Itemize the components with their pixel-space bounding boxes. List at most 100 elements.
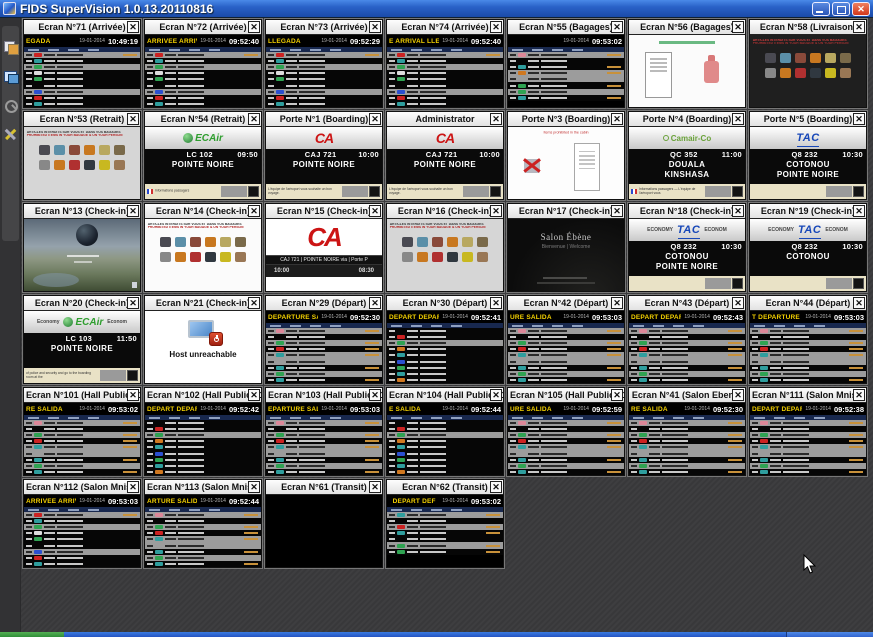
tile-close-icon[interactable]: ✕ — [127, 205, 139, 217]
tile-close-icon[interactable]: ✕ — [732, 205, 744, 217]
destination-1: COTONOU — [632, 252, 742, 261]
tile-close-icon[interactable]: ✕ — [490, 113, 502, 125]
tile-close-icon[interactable]: ✕ — [369, 21, 381, 33]
screen-tile-101[interactable]: Ecran N°101 (Hall Public - 1✕RE SALIDA19… — [23, 387, 141, 476]
tile-close-icon[interactable]: ✕ — [369, 113, 381, 125]
screen-tile-p3[interactable]: Porte N°3 (Boarding)✕Items prohibited in… — [507, 111, 625, 200]
screen-tile-16[interactable]: Ecran N°16 (Check-in)✕ARTICLES INTERDITS… — [386, 203, 504, 292]
tile-close-icon[interactable]: ✕ — [853, 113, 865, 125]
tile-close-icon[interactable]: ✕ — [611, 297, 623, 309]
screen-tile-20[interactable]: Ecran N°20 (Check-in)✕EconomyECAirEconom… — [23, 295, 141, 384]
airline-logo-chip — [155, 77, 163, 81]
tile-close-icon[interactable]: ✕ — [248, 205, 260, 217]
tile-close-icon[interactable]: ✕ — [490, 481, 502, 493]
screen-tile-61[interactable]: Ecran N°61 (Transit)✕ — [265, 479, 383, 568]
screen-tile-17[interactable]: Ecran N°17 (Check-in)✕Salon ÉbèneBienven… — [507, 203, 625, 292]
screen-tile-p1[interactable]: Porte N°1 (Boarding)✕CACAJ 72110:00POINT… — [265, 111, 383, 200]
screen-tile-p4[interactable]: Porte N°4 (Boarding)✕Camair-CoQC 35211:0… — [628, 111, 746, 200]
screen-tile-54[interactable]: Ecran N°54 (Retrait)✕ECAirLC 10209:50POI… — [144, 111, 262, 200]
connection-icon[interactable] — [3, 98, 18, 112]
airline-logo-chip — [639, 427, 647, 431]
screen-tile-74[interactable]: Ecran N°74 (Arrivée)✕E ARRIVAL LLEGADA19… — [386, 19, 504, 108]
screen-thumbnail: Salon ÉbèneBienvenue | Welcome — [508, 219, 624, 291]
screen-tile-30[interactable]: Ecran N°30 (Départ)✕DEPART DEPARTUR19-01… — [386, 295, 504, 384]
screen-tile-admin[interactable]: Administrator✕CACAJ 72110:00POINTE NOIRE… — [386, 111, 504, 200]
tile-titlebar: Porte N°1 (Boarding)✕ — [266, 112, 382, 127]
airline-logo-chip — [760, 341, 768, 345]
screen-tile-18[interactable]: Ecran N°18 (Check-in)✕ECONOMYTACECONOMQ8… — [628, 203, 746, 292]
screen-tile-21[interactable]: Ecran N°21 (Check-in)✕Host unreachable — [144, 295, 262, 384]
screen-tile-15[interactable]: Ecran N°15 (Check-in)✕CACAJ 721 | POINTE… — [265, 203, 383, 292]
tile-close-icon[interactable]: ✕ — [369, 297, 381, 309]
screen-tile-111[interactable]: Ecran N°111 (Salon Mniste✕DEPART DEPARTU… — [749, 387, 867, 476]
french-flag-icon — [147, 189, 153, 194]
tile-close-icon[interactable]: ✕ — [369, 481, 381, 493]
tile-close-icon[interactable]: ✕ — [853, 21, 865, 33]
screen-tile-112[interactable]: Ecran N°112 (Salon Mniste✕ARRIVEE ARRIV1… — [23, 479, 141, 568]
screens-icon[interactable] — [3, 69, 18, 83]
screen-tile-53[interactable]: Ecran N°53 (Retrait)✕ARTICLES INTERDITS … — [23, 111, 141, 200]
tile-close-icon[interactable]: ✕ — [853, 205, 865, 217]
system-tray[interactable] — [786, 632, 873, 637]
minimize-button[interactable] — [812, 2, 830, 16]
tile-close-icon[interactable]: ✕ — [127, 389, 139, 401]
screen-tile-43[interactable]: Ecran N°43 (Départ)✕DEPART DEPARTUR19-01… — [628, 295, 746, 384]
screen-tile-73[interactable]: Ecran N°73 (Arrivée)✕LLEGADA19-01-201409… — [265, 19, 383, 108]
tile-close-icon[interactable]: ✕ — [369, 205, 381, 217]
tile-close-icon[interactable]: ✕ — [248, 21, 260, 33]
tile-close-icon[interactable]: ✕ — [490, 205, 502, 217]
screen-tile-19[interactable]: Ecran N°19 (Check-in)✕ECONOMYTACECONOMQ8… — [749, 203, 867, 292]
restore-button[interactable] — [832, 2, 850, 16]
tile-close-icon[interactable]: ✕ — [853, 297, 865, 309]
start-button[interactable] — [0, 632, 64, 637]
screen-tile-55[interactable]: Ecran N°55 (Bagages)✕19-01-201409:53:02 — [507, 19, 625, 108]
tile-close-icon[interactable]: ✕ — [369, 389, 381, 401]
screen-tile-104[interactable]: Ecran N°104 (Hall Public - 1✕E SALIDA19-… — [386, 387, 504, 476]
french-flag-icon — [631, 189, 637, 194]
screen-tile-29[interactable]: Ecran N°29 (Départ)✕DEPARTURE SALIDA19-0… — [265, 295, 383, 384]
tile-close-icon[interactable]: ✕ — [127, 481, 139, 493]
screen-tile-72[interactable]: Ecran N°72 (Arrivée)✕ARRIVEE ARRIVAL LL1… — [144, 19, 262, 108]
screen-tile-56[interactable]: Ecran N°56 (Bagages)✕ — [628, 19, 746, 108]
prohibited-item-icon — [810, 53, 821, 63]
tile-close-icon[interactable]: ✕ — [611, 205, 623, 217]
screen-tile-58[interactable]: Ecran N°58 (Livraison)✕ARTICLES INTERDIT… — [749, 19, 867, 108]
tile-close-icon[interactable]: ✕ — [732, 389, 744, 401]
screen-tile-44[interactable]: Ecran N°44 (Départ)✕T DEPARTURE SALIDA19… — [749, 295, 867, 384]
screen-tile-71[interactable]: Ecran N°71 (Arrivée)✕EGADA19-01-201410:4… — [23, 19, 141, 108]
airline-logo-chip — [155, 458, 163, 462]
close-button[interactable]: ✕ — [852, 2, 870, 16]
tile-close-icon[interactable]: ✕ — [490, 21, 502, 33]
taskbar[interactable] — [0, 632, 873, 637]
tile-close-icon[interactable]: ✕ — [490, 389, 502, 401]
screen-tile-42[interactable]: Ecran N°42 (Départ)✕URE SALIDA19-01-2014… — [507, 295, 625, 384]
tile-close-icon[interactable]: ✕ — [127, 113, 139, 125]
layout-windows-icon[interactable] — [3, 40, 18, 54]
tile-close-icon[interactable]: ✕ — [732, 113, 744, 125]
screen-tile-113[interactable]: Ecran N°113 (Salon Mniste✕ARTURE SALIDA1… — [144, 479, 262, 568]
tile-close-icon[interactable]: ✕ — [248, 481, 260, 493]
tile-title: Ecran N°103 (Hall Public - 1 — [266, 390, 382, 400]
tools-icon[interactable] — [3, 127, 18, 141]
tile-close-icon[interactable]: ✕ — [732, 297, 744, 309]
tile-close-icon[interactable]: ✕ — [248, 113, 260, 125]
tile-close-icon[interactable]: ✕ — [853, 389, 865, 401]
screen-thumbnail: EconomyECAirEconomLC 10311:50POINTE NOIR… — [24, 311, 140, 383]
tile-close-icon[interactable]: ✕ — [611, 21, 623, 33]
screen-tile-102[interactable]: Ecran N°102 (Hall Public - 1✕DEPART DEPA… — [144, 387, 262, 476]
screen-tile-105[interactable]: Ecran N°105 (Hall Public - 1✕URE SALIDA1… — [507, 387, 625, 476]
screen-tile-13[interactable]: Ecran N°13 (Check-in)✕ — [23, 203, 141, 292]
screen-tile-41[interactable]: Ecran N°41 (Salon Ebene)✕RE SALIDA19-01-… — [628, 387, 746, 476]
tile-close-icon[interactable]: ✕ — [127, 297, 139, 309]
tile-close-icon[interactable]: ✕ — [611, 113, 623, 125]
tile-close-icon[interactable]: ✕ — [248, 297, 260, 309]
tile-close-icon[interactable]: ✕ — [490, 297, 502, 309]
screen-tile-103[interactable]: Ecran N°103 (Hall Public - 1✕EPARTURE SA… — [265, 387, 383, 476]
tile-close-icon[interactable]: ✕ — [732, 21, 744, 33]
screen-tile-p5[interactable]: Porte N°5 (Boarding)✕TACQ8 23210:30COTON… — [749, 111, 867, 200]
tile-close-icon[interactable]: ✕ — [248, 389, 260, 401]
screen-tile-14[interactable]: Ecran N°14 (Check-in)✕ARTICLES INTERDITS… — [144, 203, 262, 292]
screen-tile-62[interactable]: Ecran N°62 (Transit)✕DEPART DEF19-01-201… — [386, 479, 504, 568]
tile-close-icon[interactable]: ✕ — [611, 389, 623, 401]
tile-close-icon[interactable]: ✕ — [127, 21, 139, 33]
